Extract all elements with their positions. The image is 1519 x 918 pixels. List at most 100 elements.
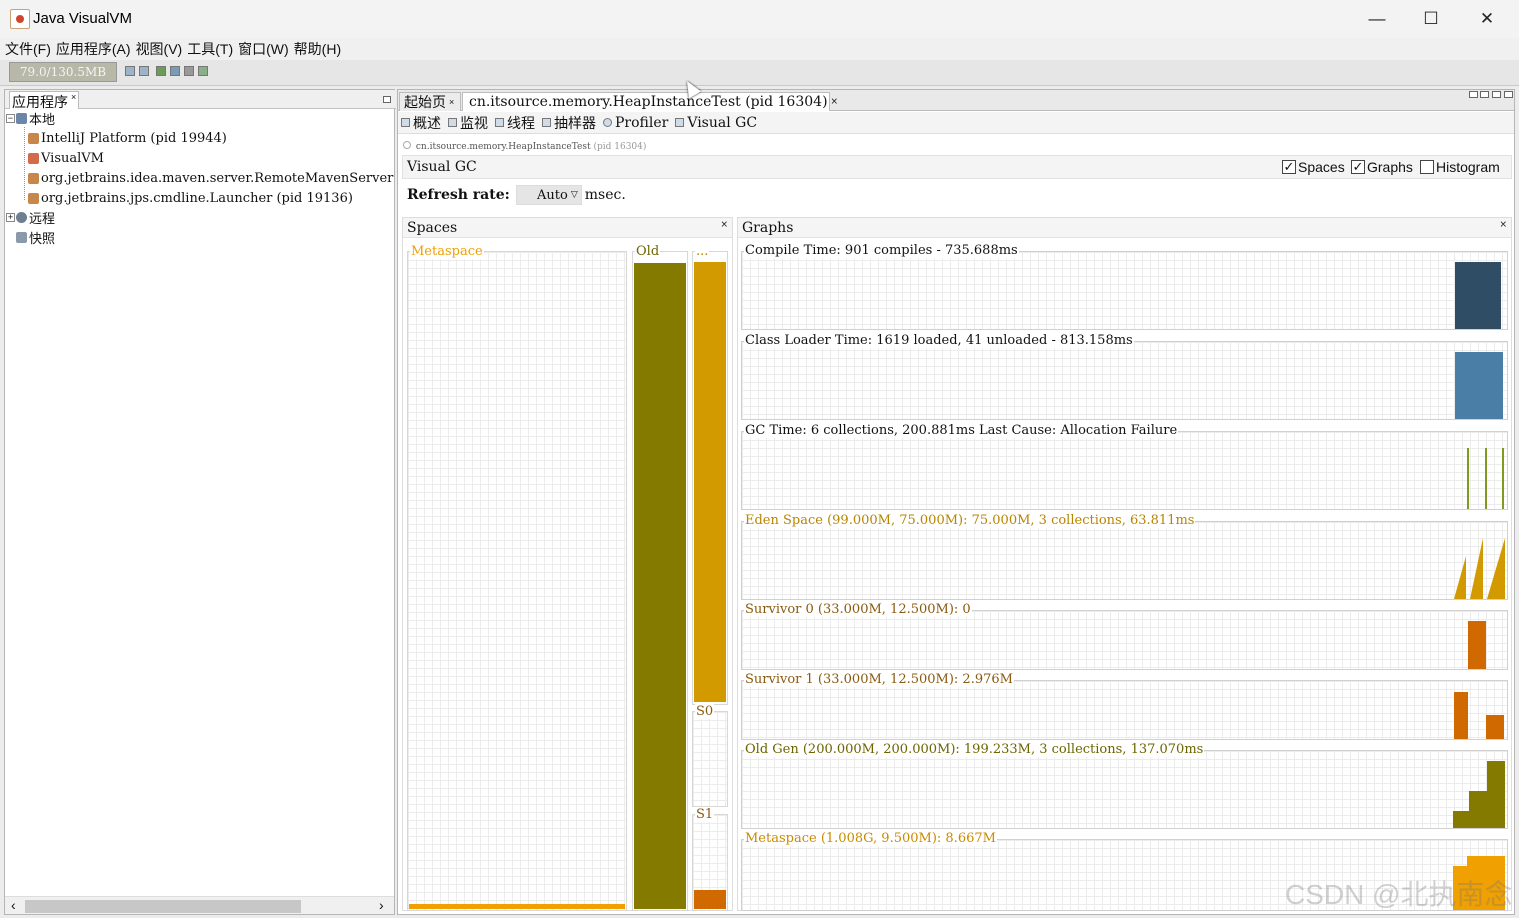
subtab-threads[interactable]: 线程 xyxy=(495,113,535,133)
subtab-visual-gc[interactable]: Visual GC xyxy=(675,115,757,131)
applications-panel: 应用程序 × − 本地 IntelliJ Platform (pid 19944)… xyxy=(4,89,396,915)
tree-node-local[interactable]: − 本地 xyxy=(6,108,55,128)
menu-applications[interactable]: 应用程序(A) xyxy=(56,39,131,59)
old-gen-graph: Old Gen (200.000M, 200.000M): 199.233M, … xyxy=(741,742,1508,829)
compile-time-bar xyxy=(1455,262,1501,329)
snapshot-icon xyxy=(16,231,27,243)
visual-gc-icon xyxy=(675,118,685,127)
spaces-header: Spaces × xyxy=(403,218,732,238)
graphs-checkbox[interactable]: ✓ Graphs xyxy=(1351,159,1413,175)
tree-node-jps-launcher[interactable]: org.jetbrains.jps.cmdline.Launcher (pid … xyxy=(28,188,353,208)
scrollbar-thumb[interactable] xyxy=(25,900,301,913)
subtab-profiler[interactable]: Profiler xyxy=(603,115,668,131)
close-button[interactable]: ✕ xyxy=(1460,0,1514,38)
subtab-monitor[interactable]: 监视 xyxy=(448,113,488,133)
toolbar: 79.0/130.5MB xyxy=(0,60,1519,86)
tree-node-label: IntelliJ Platform (pid 19944) xyxy=(41,130,227,146)
applications-tab-close-icon[interactable]: × xyxy=(71,92,76,102)
survivor-0-space: S0 xyxy=(692,704,728,807)
tree-node-label: org.jetbrains.jps.cmdline.Launcher (pid … xyxy=(41,190,353,206)
open-snapshot-icon[interactable] xyxy=(139,66,149,76)
subtab-sampler[interactable]: 抽样器 xyxy=(542,113,596,133)
menu-window[interactable]: 窗口(W) xyxy=(238,39,289,59)
checkbox-checked-icon[interactable]: ✓ xyxy=(1282,160,1296,174)
visualvm-app-icon xyxy=(10,9,30,29)
tab-process[interactable]: cn.itsource.memory.HeapInstanceTest (pid… xyxy=(462,92,838,111)
survivor-1-bar xyxy=(1454,692,1468,739)
tree-guide-line xyxy=(24,127,25,200)
old-gen-label: Old xyxy=(635,244,661,259)
process-info-line: cn.itsource.memory.HeapInstanceTest (pid… xyxy=(403,141,646,152)
minimize-panel-icon[interactable] xyxy=(383,96,391,103)
old-gen-fill xyxy=(634,263,686,909)
checkbox-checked-icon[interactable]: ✓ xyxy=(1351,160,1365,174)
subtab-overview[interactable]: 概述 xyxy=(401,113,441,133)
tree-node-label: 远程 xyxy=(29,210,56,226)
horizontal-scrollbar[interactable]: ‹ › xyxy=(5,896,394,914)
tab-close-icon[interactable]: × xyxy=(449,97,454,107)
close-icon[interactable]: × xyxy=(720,220,728,230)
survivor-1-bar xyxy=(1486,715,1504,739)
host-icon xyxy=(16,112,27,124)
expand-icon[interactable]: + xyxy=(6,212,15,222)
tab-close-icon[interactable]: × xyxy=(831,97,839,107)
checkbox-unchecked-icon[interactable] xyxy=(1420,160,1434,174)
survivor-1-space: S1 xyxy=(692,807,728,911)
sampler-icon xyxy=(542,118,551,127)
collapse-icon[interactable]: − xyxy=(6,113,15,123)
tab-list-icon[interactable] xyxy=(1492,91,1501,98)
spaces-title: Spaces xyxy=(407,220,458,236)
threads-icon xyxy=(495,118,504,127)
menu-bar: 文件(F) 应用程序(A) 视图(V) 工具(T) 窗口(W) 帮助(H) xyxy=(0,38,1519,60)
menu-view[interactable]: 视图(V) xyxy=(136,39,183,59)
class-loader-plot xyxy=(1455,352,1503,419)
document-tab-bar: 起始页 × cn.itsource.memory.HeapInstanceTest… xyxy=(398,90,1514,111)
snapshot-icon[interactable] xyxy=(198,66,208,76)
old-gen-area xyxy=(1453,761,1505,828)
tab-label: cn.itsource.memory.HeapInstanceTest (pid… xyxy=(469,94,828,110)
scroll-right-icon[interactable]: › xyxy=(379,897,384,913)
tab-scroll-right-icon[interactable] xyxy=(1480,91,1489,98)
monitor-icon xyxy=(448,118,457,127)
tree-node-remote[interactable]: + 远程 xyxy=(6,207,55,227)
minimize-button[interactable]: — xyxy=(1350,0,1404,38)
class-loader-time-graph: Class Loader Time: 1619 loaded, 41 unloa… xyxy=(741,333,1508,420)
tree-node-visualvm[interactable]: VisualVM xyxy=(28,148,104,168)
menu-tools[interactable]: 工具(T) xyxy=(187,39,233,59)
maximize-button[interactable]: ☐ xyxy=(1404,0,1458,38)
tab-scroll-left-icon[interactable] xyxy=(1469,91,1478,98)
applications-tab[interactable]: 应用程序 × xyxy=(9,91,80,110)
tab-label: 起始页 xyxy=(404,94,446,110)
tab-start-page[interactable]: 起始页 × xyxy=(399,92,461,111)
tree-node-intellij[interactable]: IntelliJ Platform (pid 19944) xyxy=(28,128,227,148)
menu-help[interactable]: 帮助(H) xyxy=(294,39,341,59)
applications-tab-bar: 应用程序 × xyxy=(5,90,396,110)
histogram-checkbox[interactable]: Histogram xyxy=(1420,159,1500,175)
spaces-checkbox[interactable]: ✓ Spaces xyxy=(1282,159,1345,175)
menu-file[interactable]: 文件(F) xyxy=(5,39,51,59)
survivor-1-fill xyxy=(694,890,726,909)
open-application-icon[interactable] xyxy=(125,66,135,76)
java-app-icon xyxy=(28,192,39,204)
tree-node-snapshots[interactable]: 快照 xyxy=(16,227,55,247)
metaspace-label: Metaspace xyxy=(410,244,484,259)
eden-space-plot xyxy=(1454,538,1505,599)
close-icon[interactable]: × xyxy=(1499,220,1507,230)
heap-dump-icon[interactable] xyxy=(156,66,166,76)
thread-dump-icon[interactable] xyxy=(170,66,180,76)
graphs-panel: Graphs × Compile Time: 901 compiles - 73… xyxy=(737,217,1512,911)
tree-node-maven-server[interactable]: org.jetbrains.idea.maven.server.RemoteMa… xyxy=(28,168,393,188)
gc-icon[interactable] xyxy=(184,66,194,76)
refresh-rate-unit: msec. xyxy=(584,187,626,203)
eden-label: ... xyxy=(695,244,710,259)
refresh-rate-select[interactable]: Auto ▽ xyxy=(515,185,582,205)
survivor-0-bar xyxy=(1468,621,1486,669)
process-pid: (pid 16304) xyxy=(593,142,647,152)
window-title: Java VisualVM xyxy=(33,10,132,27)
scroll-left-icon[interactable]: ‹ xyxy=(11,897,16,913)
survivor-0-graph: Survivor 0 (33.000M, 12.500M): 0 xyxy=(741,602,1508,670)
survivor-1-plot xyxy=(1454,692,1504,739)
watermark: CSDN @北执南念 xyxy=(1285,879,1513,910)
maximize-panel-icon[interactable] xyxy=(1504,91,1513,98)
memory-indicator[interactable]: 79.0/130.5MB xyxy=(9,62,117,82)
